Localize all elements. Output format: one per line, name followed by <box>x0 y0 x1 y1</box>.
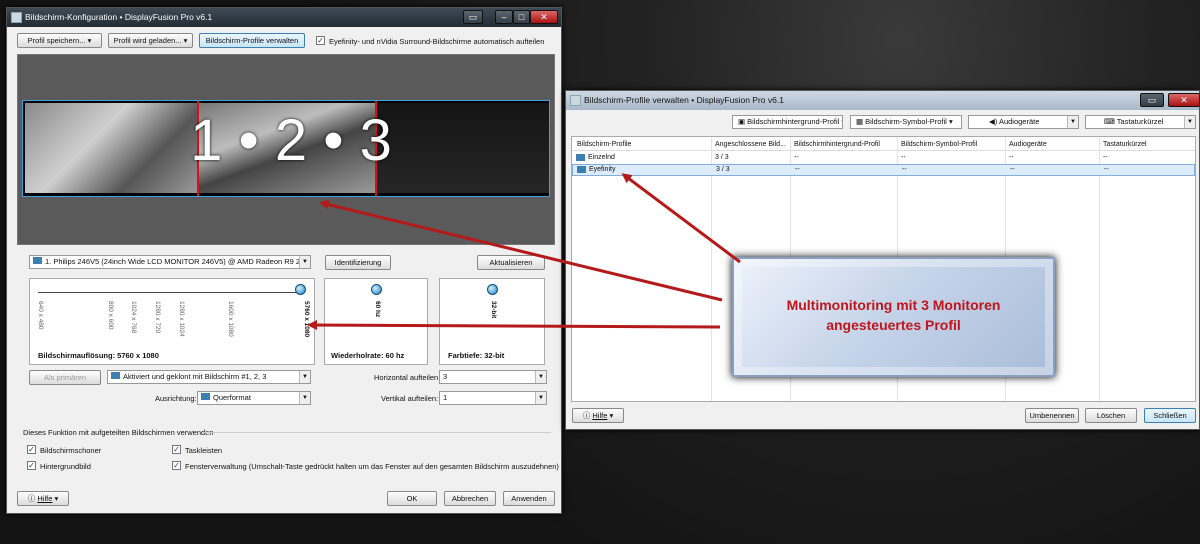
arrow-to-preview <box>319 199 723 302</box>
arrow-to-resolution <box>307 320 721 331</box>
annotation-arrows <box>307 173 741 331</box>
arrow-to-eyefinity-profile <box>621 173 741 264</box>
